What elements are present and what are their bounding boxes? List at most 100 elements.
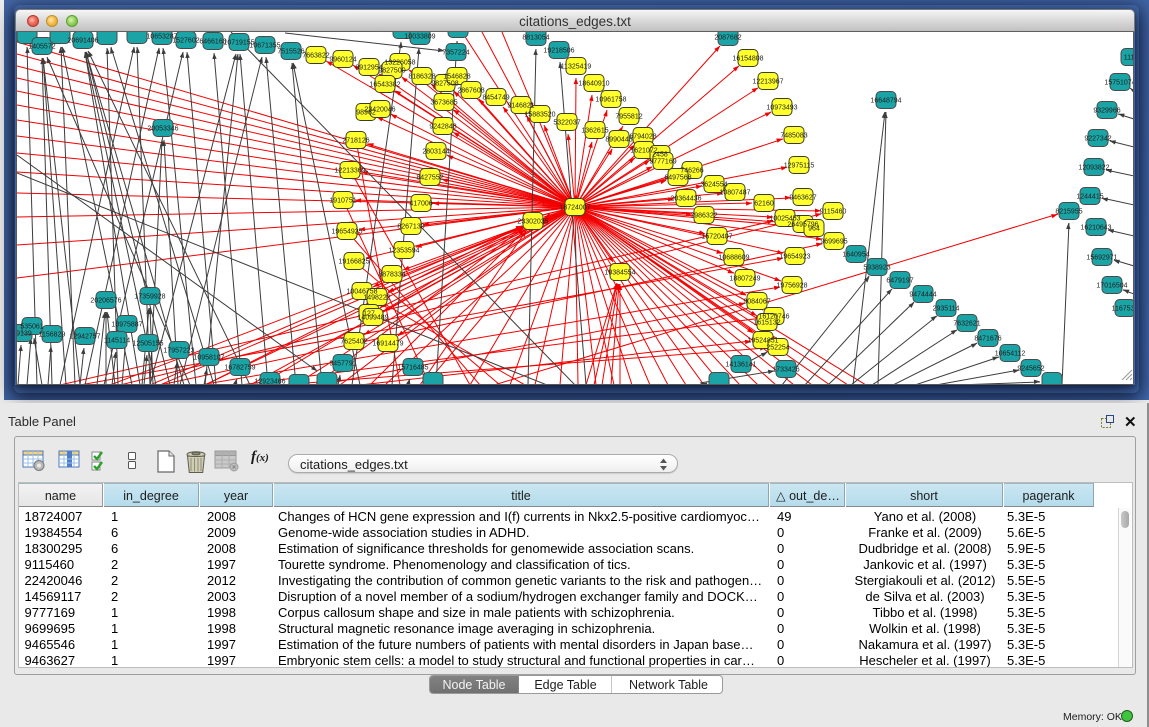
svg-text:1167534: 1167534 [1112, 306, 1134, 313]
svg-text:9827500: 9827500 [378, 68, 405, 75]
svg-text:9463627: 9463627 [789, 195, 816, 202]
svg-text:9227342: 9227342 [1084, 136, 1111, 143]
svg-text:16648794: 16648794 [870, 98, 901, 105]
svg-text:7515526: 7515526 [277, 49, 304, 56]
svg-text:39139: 39139 [17, 331, 32, 338]
svg-text:10961758: 10961758 [595, 97, 626, 104]
svg-text:1498222: 1498222 [363, 295, 390, 302]
svg-text:1156829: 1156829 [39, 332, 66, 339]
svg-text:16210643: 16210643 [1080, 225, 1111, 232]
svg-text:5938923: 5938923 [863, 265, 890, 272]
svg-text:1640954: 1640954 [842, 252, 869, 259]
svg-text:9457791: 9457791 [329, 361, 356, 368]
svg-text:417006: 417006 [409, 201, 432, 208]
svg-text:1112: 1112 [1124, 55, 1134, 62]
svg-text:19654923: 19654923 [779, 254, 810, 261]
svg-text:9329966: 9329966 [1093, 108, 1120, 115]
svg-text:19524851: 19524851 [747, 338, 778, 345]
svg-text:7663822: 7663822 [302, 53, 329, 60]
svg-text:23420046: 23420046 [364, 107, 395, 114]
svg-text:12942757: 12942757 [69, 334, 100, 341]
svg-text:8878334: 8878334 [378, 272, 405, 279]
svg-text:7986322: 7986322 [690, 213, 717, 220]
svg-text:1145114: 1145114 [104, 338, 130, 345]
svg-text:18807249: 18807249 [729, 276, 760, 283]
svg-text:19654925: 19654925 [331, 229, 362, 236]
svg-text:1527602: 1527602 [172, 38, 199, 45]
svg-text:535061: 535061 [20, 324, 43, 331]
svg-text:964: 964 [808, 226, 820, 233]
svg-text:17957223: 17957223 [163, 348, 194, 355]
svg-text:1244415: 1244415 [1076, 194, 1103, 201]
svg-text:1362615: 1362615 [581, 128, 608, 135]
svg-text:7357224: 7357224 [442, 50, 469, 57]
svg-text:9084067: 9084067 [743, 299, 770, 306]
svg-text:12505155: 12505155 [132, 341, 163, 348]
svg-text:20206576: 20206576 [90, 298, 121, 305]
svg-text:8813054: 8813054 [522, 35, 549, 42]
svg-text:20364436: 20364436 [670, 196, 701, 203]
svg-text:6794028: 6794028 [629, 134, 656, 141]
svg-text:9777169: 9777169 [649, 159, 676, 166]
svg-text:2935114: 2935114 [933, 306, 960, 313]
svg-text:12975115: 12975115 [784, 163, 815, 170]
svg-text:10033809: 10033809 [404, 34, 435, 41]
svg-text:16543382: 16543382 [369, 82, 400, 89]
svg-text:7485083: 7485083 [780, 133, 807, 140]
svg-text:8454749: 8454749 [482, 95, 509, 102]
svg-text:9699695: 9699695 [820, 239, 847, 246]
svg-text:9474444: 9474444 [909, 292, 936, 299]
svg-text:10975887: 10975887 [111, 322, 142, 329]
svg-text:17016504: 17016504 [1096, 283, 1127, 290]
svg-text:9115460: 9115460 [820, 209, 847, 216]
svg-text:252254: 252254 [766, 345, 789, 352]
svg-text:19756928: 19756928 [776, 283, 807, 290]
svg-text:12213369: 12213369 [334, 168, 365, 175]
svg-text:7625402: 7625402 [340, 339, 367, 346]
svg-text:1733426: 1733426 [772, 367, 799, 374]
svg-text:2087682: 2087682 [714, 35, 741, 42]
svg-text:14099489: 14099489 [357, 315, 388, 322]
svg-text:3673685: 3673685 [430, 100, 457, 107]
svg-text:10654112: 10654112 [995, 351, 1026, 358]
svg-text:2803144: 2803144 [422, 149, 449, 156]
svg-text:11325419: 11325419 [561, 64, 592, 71]
svg-text:5322037: 5322037 [553, 120, 580, 127]
svg-text:6497568: 6497568 [664, 175, 691, 182]
svg-text:15692971: 15692971 [1086, 255, 1117, 262]
svg-text:2867608: 2867608 [457, 88, 484, 95]
svg-text:1615132: 1615132 [753, 320, 780, 327]
svg-text:9146821: 9146821 [507, 103, 534, 110]
svg-text:12923466: 12923466 [254, 379, 285, 386]
svg-text:19384554: 19384554 [604, 270, 635, 277]
svg-text:10688609: 10688609 [718, 255, 749, 262]
svg-text:7955812: 7955812 [615, 114, 642, 121]
svg-text:17359928: 17359928 [134, 294, 165, 301]
svg-text:12353594: 12353594 [388, 248, 419, 255]
svg-text:19218506: 19218506 [543, 48, 574, 55]
svg-text:16914479: 16914479 [372, 341, 403, 348]
svg-text:14136141: 14136141 [725, 362, 756, 369]
svg-text:16782759: 16782759 [224, 365, 255, 372]
svg-text:9242848: 9242848 [429, 124, 456, 131]
svg-text:8471676: 8471676 [974, 336, 1001, 343]
svg-text:1910751: 1910751 [329, 198, 356, 205]
svg-text:19166825: 19166825 [338, 259, 369, 266]
svg-text:18724007: 18724007 [559, 205, 590, 212]
svg-text:2458: 2458 [652, 152, 668, 159]
svg-text:3624554: 3624554 [700, 182, 727, 189]
svg-text:8427552: 8427552 [416, 175, 443, 182]
svg-text:15716485: 15716485 [397, 365, 428, 372]
svg-text:1405572: 1405572 [28, 44, 55, 51]
svg-text:6479197: 6479197 [886, 278, 913, 285]
svg-text:20691406: 20691406 [67, 38, 98, 45]
svg-text:15720407: 15720407 [701, 234, 732, 241]
svg-text:9960124: 9960124 [329, 57, 356, 64]
svg-text:15883520: 15883520 [524, 112, 555, 119]
svg-text:7632621: 7632621 [953, 321, 980, 328]
svg-text:746266: 746266 [680, 168, 703, 175]
svg-text:16154808: 16154808 [732, 56, 763, 63]
svg-text:18640910: 18640910 [578, 81, 609, 88]
svg-text:10807487: 10807487 [719, 190, 750, 197]
svg-text:9245652: 9245652 [1017, 366, 1044, 373]
